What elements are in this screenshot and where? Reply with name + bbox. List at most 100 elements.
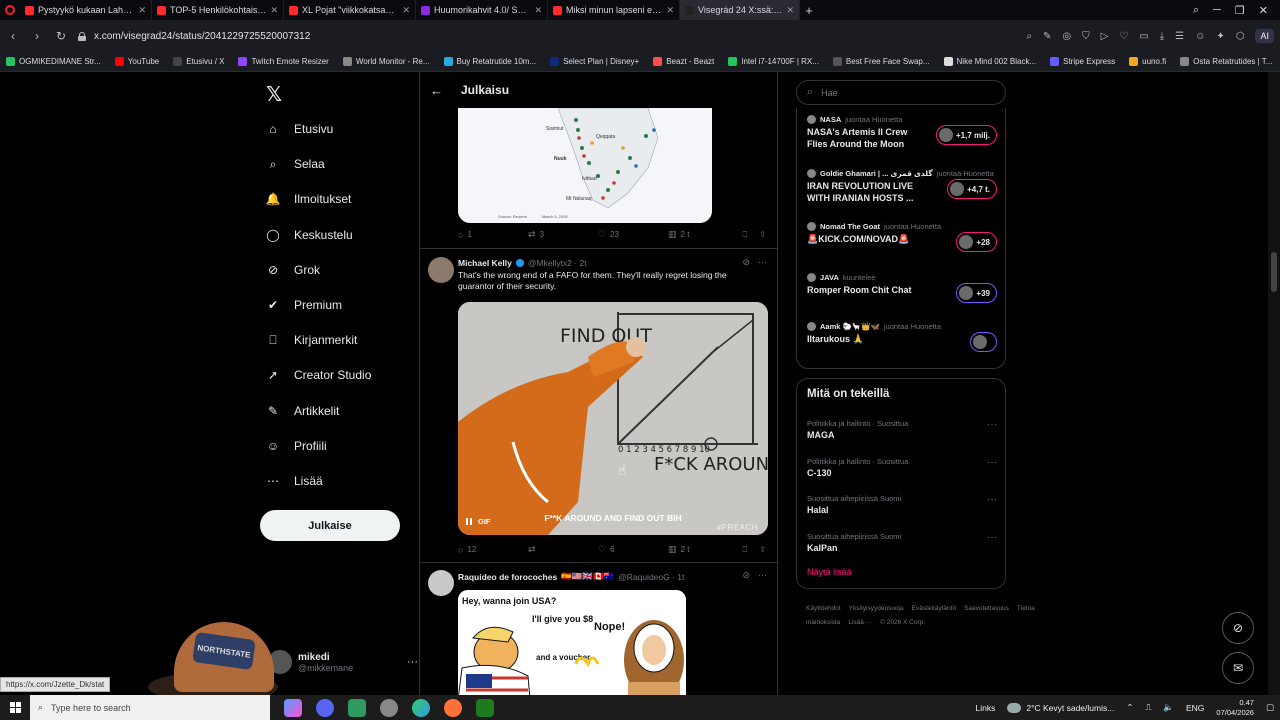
nav-item-artikkelit[interactable]: ✎ Artikkelit [266,404,339,418]
download-icon[interactable]: ⤓ [1160,31,1164,42]
bookmark-item[interactable]: Buy Retatrutide 10m... [443,57,536,66]
gif-badge[interactable]: GIF [466,517,491,526]
bookmark-item[interactable]: Select Plan | Disney+ [550,57,639,66]
account-switcher[interactable]: mikedi @mikkemane ··· [268,650,418,674]
repost-button[interactable]: ⇄ [528,544,598,555]
meme-image[interactable]: Hey, wanna join USA? I'll give you $8 an… [458,590,686,695]
reply-button[interactable]: ○ 1 [458,230,528,240]
tab-2[interactable]: XL Pojat "viikkokatsaus" 5 ✕ [284,0,416,20]
share-icon[interactable]: ⇪ [759,545,766,554]
nav-item-creator-studio[interactable]: ➚ Creator Studio [266,368,371,382]
bookmark-item[interactable]: Best Free Face Swap... [832,57,930,66]
bookmark-item[interactable]: uuno.fi [1129,57,1166,66]
bookmark-icon[interactable]: ⎕ [742,230,747,240]
like-button[interactable]: ♡ 6 [598,544,668,555]
trend-item[interactable]: Suosittua aihepiirissä Suomi Halal ··· [807,494,997,515]
map-image[interactable]: Sisimiut Qeqqata Nuuk Ivittuut Mt Naluna… [458,108,712,223]
links-toolbar[interactable]: Links [976,703,996,713]
zoom-icon[interactable]: ⌕ [1026,31,1032,42]
tab-4[interactable]: Miksi minun lapseni ei saa ✕ [548,0,680,20]
close-icon[interactable]: ✕ [666,5,674,16]
listeners-badge[interactable] [970,332,997,352]
close-icon[interactable]: ✕ [270,5,278,16]
reload-icon[interactable]: ↻ [54,29,68,43]
bookmark-item[interactable]: YouTube [114,57,159,66]
bookmark-item[interactable]: Osta Retatrutides | T... [1180,57,1272,66]
share-icon[interactable]: ⇪ [759,230,766,239]
views-button[interactable]: ▥ 2 t [668,229,724,240]
nav-item-ilmoitukset[interactable]: 🔔 Ilmoitukset [266,192,352,206]
reply-button[interactable]: ○ 12 [458,545,528,555]
grok-fab-button[interactable]: ⊘ [1222,612,1254,644]
shield-icon[interactable] [380,698,398,717]
snapshot-icon[interactable]: ◎ [1062,31,1071,42]
tab-0[interactable]: Pystyykö kukaan Lahdessa ✕ [20,0,152,20]
messages-fab-button[interactable]: ✉ [1222,652,1254,684]
close-icon[interactable]: ✕ [402,5,410,16]
trend-item[interactable]: Suosittua aihepiirissä Suomi KalPan ··· [807,532,997,553]
list-icon[interactable]: ☰ [1175,31,1184,42]
listeners-badge[interactable]: +28 [956,232,997,252]
space-item[interactable]: Aamk 🐑🦙👑🦋 juontaa Huonetta Iltarukous 🙏 [807,322,997,352]
bookmark-item[interactable]: Twitch Emote Resizer [238,57,329,66]
space-item[interactable]: NASA juontaa Huonetta NASA's Artemis II … [807,115,997,150]
cube-icon[interactable]: ⬡ [1236,31,1245,42]
more-icon[interactable]: ··· [407,656,418,668]
lock-icon[interactable] [78,31,86,41]
url-field[interactable]: x.com/visegrad24/status/2041229725520007… [94,31,310,42]
close-icon[interactable]: ✕ [534,5,542,16]
tab-1[interactable]: TOP-5 Henkilökohtaisesti ✕ [152,0,284,20]
space-item[interactable]: Nomad The Goat juontaa Huonetta 🚨KICK.CO… [807,222,997,252]
space-item[interactable]: JAVA kuuntelee Romper Room Chit Chat +39 [807,273,997,303]
nav-item-grok[interactable]: ⊘ Grok [266,263,320,277]
back-arrow-icon[interactable]: ← [430,83,443,98]
more-icon[interactable]: ··· [987,419,997,430]
close-window-button[interactable]: ✕ [1259,4,1268,17]
forward-icon[interactable]: › [30,29,44,43]
avatar[interactable] [428,257,454,283]
taskbar-search[interactable]: ⌕ Type here to search [30,695,270,720]
wallet-icon[interactable]: ▭ [1139,31,1148,42]
more-icon[interactable]: ··· [987,494,997,505]
pause-icon[interactable] [466,518,472,525]
bookmark-item[interactable]: Intel i7-14700F | RX... [728,57,819,66]
footer-link[interactable]: Evästekäytäntö [912,605,956,612]
nav-item-selaa[interactable]: ⌕ Selaa [266,157,325,172]
footer-link[interactable]: Saavutettavuus [964,605,1009,612]
firefox-icon[interactable] [444,698,462,717]
tab-3[interactable]: Huumorikahvit 4.0/ Speci ✕ [416,0,548,20]
x-logo-icon[interactable]: 𝕏 [266,82,282,107]
network-icon[interactable]: ⎍ [1145,702,1151,713]
edge-icon[interactable] [412,698,430,717]
opera-logo-icon[interactable] [0,0,20,20]
app-icon[interactable] [476,698,494,717]
extension-icon[interactable]: ✦ [1216,31,1224,42]
heart-icon[interactable]: ♡ [1119,31,1128,42]
repost-button[interactable]: ⇄ 3 [528,229,598,240]
minimize-button[interactable]: ─ [1213,4,1221,17]
more-icon[interactable]: ··· [987,532,997,543]
scrollbar-thumb[interactable] [1271,252,1277,292]
notifications-icon[interactable]: ▢ [1266,702,1274,713]
language-indicator[interactable]: ENG [1186,703,1204,713]
edit-icon[interactable]: ✎ [1043,31,1051,42]
tab-5[interactable]: Visegrád 24 X:ssä: "Trump ✕ [680,0,800,20]
listeners-badge[interactable]: +4,7 t. [947,179,997,199]
more-icon[interactable]: ··· [758,257,767,268]
trend-item[interactable]: Politiikka ja hallinto · Suosittua MAGA … [807,419,997,440]
post-button[interactable]: Julkaise [260,510,400,541]
new-tab-button[interactable]: + [800,3,818,18]
nav-item-keskustelu[interactable]: ◯ Keskustelu [266,228,352,242]
volume-icon[interactable]: 🔈 [1163,702,1174,713]
bookmark-item[interactable]: World Monitor - Re... [342,57,430,66]
more-icon[interactable]: ··· [987,457,997,468]
grok-icon[interactable]: ⊘ [742,570,750,581]
bookmark-item[interactable]: Etusivu / X [173,57,224,66]
bookmark-item[interactable]: Beazt - Beazt [653,57,714,66]
space-item[interactable]: Goldie Ghamari | ... گلدی قمری juontaa H… [807,169,997,204]
author-name[interactable]: Michael Kelly [458,258,512,268]
avatar[interactable] [428,570,454,596]
views-button[interactable]: ▥ 2 t [668,544,724,555]
footer-link[interactable]: Käyttöehdot [806,605,841,612]
listeners-badge[interactable]: +39 [956,283,997,303]
